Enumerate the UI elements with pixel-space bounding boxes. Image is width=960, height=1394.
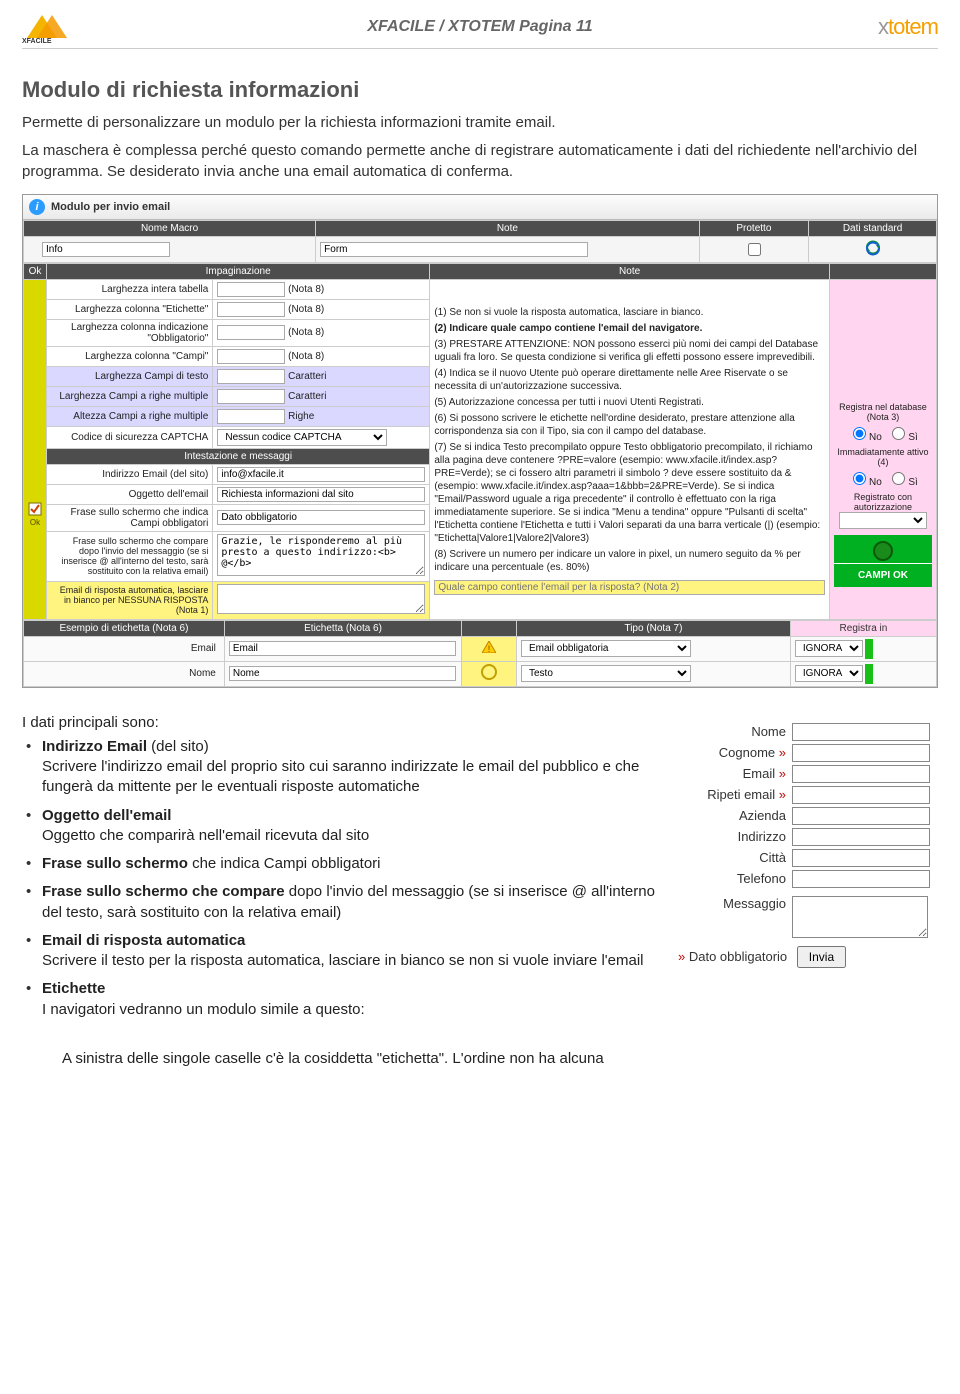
etichetta-input[interactable] [229,641,456,656]
intro-paragraph-2: La maschera è complessa perché questo co… [22,141,938,182]
pink-sidebar: Registra nel database (Nota 3) No Sì Imm… [829,279,936,619]
registra-in-select[interactable]: IGNORA [795,665,863,682]
fp-azienda-input[interactable] [792,807,930,825]
fp-cognome-input[interactable] [792,744,930,762]
col-ok-header: Ok [29,266,42,277]
reg-auth-select[interactable] [839,512,927,529]
fp-ripeti-email-input[interactable] [792,786,930,804]
macro-note-input[interactable] [320,242,588,257]
row-input[interactable] [217,282,285,297]
fp-submit-button[interactable]: Invia [797,946,846,968]
svg-text:!: ! [488,644,491,653]
protetto-checkbox[interactable] [748,243,761,256]
page-title: XFACILE / XTOTEM Pagina 11 [132,18,828,36]
fp-email-input[interactable] [792,765,930,783]
bullets-lead: I dati principali sono: [22,714,658,731]
auto-reply-textarea[interactable] [217,584,425,614]
col-note: Note [316,220,699,236]
tipo-select[interactable]: Testo [521,665,691,682]
page-header: XFACILE XFACILE / XTOTEM Pagina 11 xtote… [22,10,938,49]
campi-ok-button[interactable]: CAMPI OK [834,563,932,587]
info-icon: i [29,199,45,215]
row-input[interactable] [217,369,285,384]
col-impaginazione: Impaginazione [47,263,430,279]
notes-panel: (1) Se non si vuole la risposta automati… [430,279,830,619]
warning-icon: ! [482,641,496,653]
row-input[interactable] [217,325,285,340]
ok-sidebar[interactable]: Ok [24,279,47,619]
nota2-input[interactable] [434,580,825,595]
row-label: Larghezza intera tabella [47,279,213,299]
col-protetto: Protetto [699,220,809,236]
public-form-preview: Nome Cognome » Email » Ripeti email » Az… [678,720,938,971]
etichetta-input[interactable] [229,666,456,681]
intro-paragraph-1: Permette di personalizzare un modulo per… [22,113,938,133]
post-msg-textarea[interactable] [217,534,425,576]
fp-messaggio-textarea[interactable] [792,896,928,938]
registra-si-radio[interactable] [892,427,905,440]
closing-line: A sinistra delle singole caselle c'è la … [22,1050,938,1067]
bullets-list: Indirizzo Email (del sito)Scrivere l'ind… [22,737,658,1020]
logo-right: xtotem [828,14,938,40]
email-sito-input[interactable] [217,467,425,482]
fp-citta-input[interactable] [792,849,930,867]
col-note-header: Note [430,263,830,279]
fp-telefono-input[interactable] [792,870,930,888]
panel-titlebar: i Modulo per invio email [23,195,937,220]
fp-nome-input[interactable] [792,723,930,741]
section-heading: Modulo di richiesta informazioni [22,77,938,103]
imm-no-radio[interactable] [853,472,866,485]
col-dati-standard: Dati standard [809,220,937,236]
registra-no-radio[interactable] [853,427,866,440]
row-input[interactable] [217,409,285,424]
logo-left: XFACILE [22,10,132,44]
ok-strip-icon [865,664,873,684]
imm-si-radio[interactable] [892,472,905,485]
macro-name-input[interactable] [42,242,170,257]
svg-text:XFACILE: XFACILE [22,38,52,44]
registra-in-select[interactable]: IGNORA [795,640,863,657]
neutral-icon [481,664,497,680]
tipo-select[interactable]: Email obbligatoria [521,640,691,657]
ok-strip-icon [865,639,873,659]
panel-title: Modulo per invio email [51,201,170,213]
email-module-panel: i Modulo per invio email Nome Macro Note… [22,194,938,688]
row-input[interactable] [217,349,285,364]
campi-ok-icon[interactable] [873,541,893,561]
col-nome-macro: Nome Macro [24,220,316,236]
oggetto-input[interactable] [217,487,425,502]
row-input[interactable] [217,389,285,404]
refresh-icon[interactable] [864,239,882,257]
obbl-input[interactable] [217,510,425,525]
row-input[interactable] [217,302,285,317]
captcha-select[interactable]: Nessun codice CAPTCHA [217,429,387,446]
fp-indirizzo-input[interactable] [792,828,930,846]
